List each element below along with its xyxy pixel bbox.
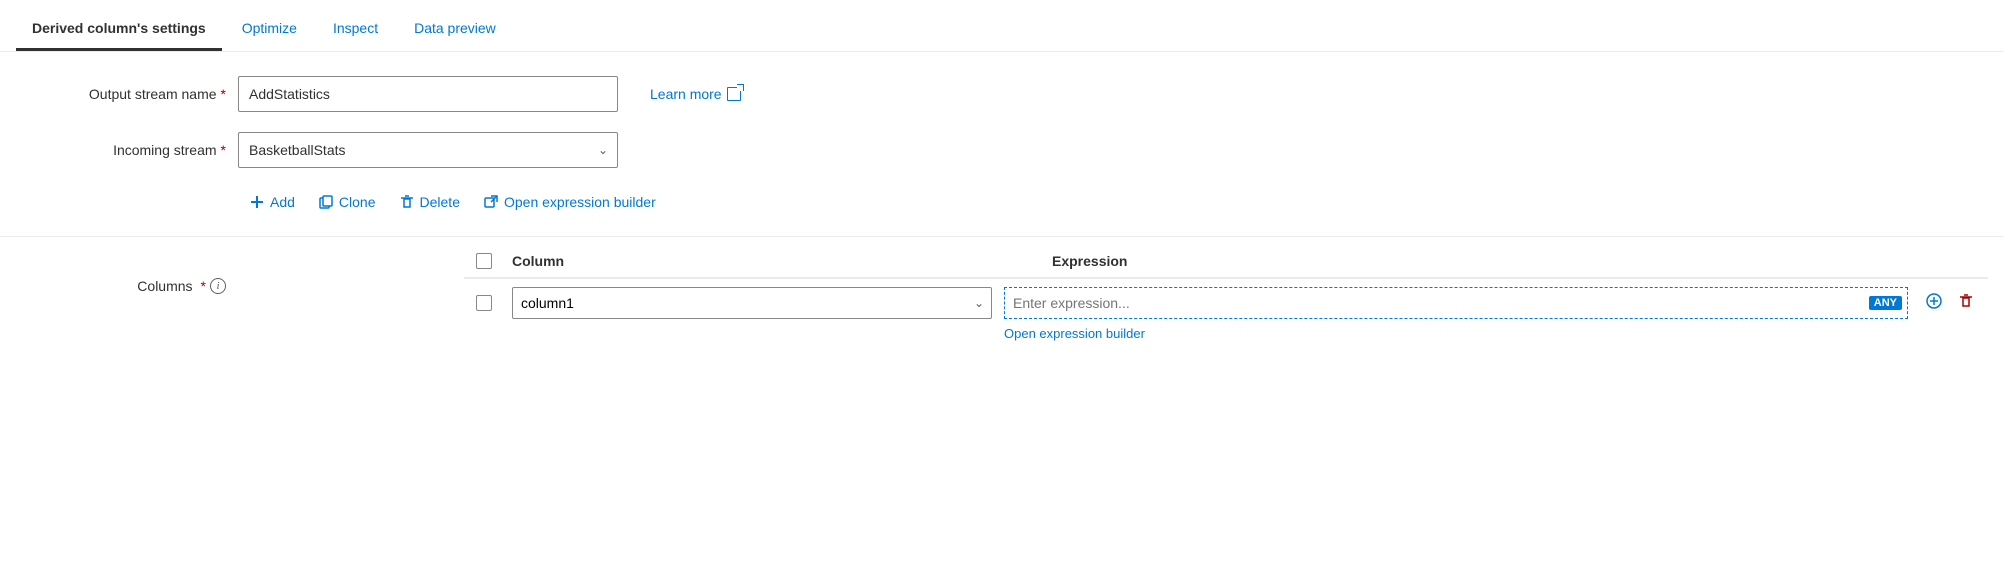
clone-icon (319, 195, 333, 209)
required-star-2: * (221, 142, 226, 158)
output-stream-label: Output stream name* (16, 86, 226, 102)
row-checkbox[interactable] (476, 295, 492, 311)
open-expression-builder-link[interactable]: Open expression builder (1004, 326, 1145, 341)
delete-button[interactable]: Delete (388, 188, 472, 216)
columns-label: Columns * i (16, 278, 226, 294)
output-stream-input[interactable] (238, 76, 618, 112)
row-action-buttons (1920, 289, 1988, 318)
output-stream-row: Output stream name* Learn more (16, 76, 1988, 112)
trash-row-icon (1958, 293, 1974, 309)
any-badge: ANY (1869, 296, 1902, 310)
clone-button[interactable]: Clone (307, 188, 388, 216)
tab-optimize[interactable]: Optimize (226, 8, 313, 51)
add-button[interactable]: Add (238, 188, 307, 216)
header-checkbox-cell (464, 253, 504, 269)
expression-input[interactable] (1004, 287, 1908, 319)
columns-header-row: Columns * i Column Expression (0, 237, 2004, 335)
col-expr-header: Expression (1044, 253, 1908, 269)
columns-required-star: * (201, 278, 206, 294)
main-container: Derived column's settings Optimize Inspe… (0, 0, 2004, 573)
expression-input-wrapper: ANY Open expression builder (1004, 287, 1908, 319)
tab-data-preview[interactable]: Data preview (398, 8, 512, 51)
open-external-icon (484, 195, 498, 209)
tab-derived-settings[interactable]: Derived column's settings (16, 8, 222, 51)
column-select-wrapper: column1 ⌄ (512, 287, 992, 319)
info-icon[interactable]: i (210, 278, 226, 294)
open-expression-builder-button[interactable]: Open expression builder (472, 188, 668, 216)
learn-more-link[interactable]: Learn more (650, 86, 741, 102)
trash-icon (400, 195, 414, 209)
incoming-stream-row: Incoming stream* BasketballStats ⌄ (16, 132, 1988, 168)
select-all-checkbox[interactable] (476, 253, 492, 269)
plus-circle-icon (1926, 293, 1942, 309)
col-header-row: Column Expression (464, 245, 1988, 278)
form-area: Output stream name* Learn more Incoming … (0, 52, 2004, 232)
columns-section: Columns * i Column Expression (0, 236, 2004, 335)
row-checkbox-cell (464, 295, 504, 311)
incoming-stream-label: Incoming stream* (16, 142, 226, 158)
tab-bar: Derived column's settings Optimize Inspe… (0, 0, 2004, 52)
external-link-icon (727, 87, 741, 101)
row-add-button[interactable] (1920, 289, 1948, 318)
toolbar-row: Add Clone Delete Open expression builder (238, 188, 1988, 216)
row-delete-button[interactable] (1952, 289, 1980, 318)
incoming-stream-select-wrapper: BasketballStats ⌄ (238, 132, 618, 168)
column-select[interactable]: column1 (512, 287, 992, 319)
required-star: * (221, 86, 226, 102)
col-name-header: Column (504, 253, 1044, 269)
columns-table: Column Expression column1 (464, 245, 1988, 327)
tab-inspect[interactable]: Inspect (317, 8, 394, 51)
plus-icon (250, 195, 264, 209)
incoming-stream-select[interactable]: BasketballStats (238, 132, 618, 168)
table-row: column1 ⌄ ANY Open expression builder (464, 278, 1988, 327)
